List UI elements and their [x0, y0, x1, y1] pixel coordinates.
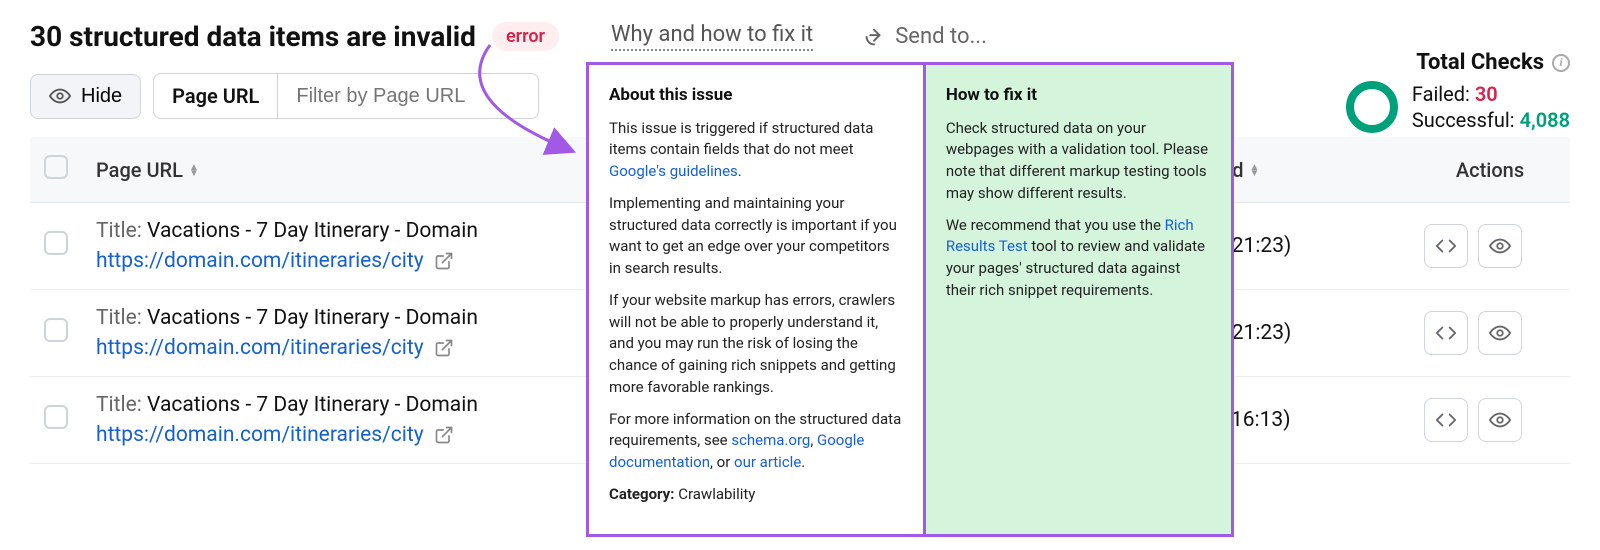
stats-title: Total Checks	[1416, 50, 1544, 75]
page-title-text: Vacations - 7 Day Itinerary - Domain	[147, 219, 478, 243]
eye-icon	[1489, 235, 1511, 257]
stats-panel: Total Checks i Failed: 30 Successful: 4,…	[1346, 50, 1570, 133]
view-page-button[interactable]	[1478, 398, 1522, 442]
title-label: Title:	[96, 393, 147, 417]
code-icon	[1435, 409, 1457, 431]
eye-icon	[1489, 409, 1511, 431]
hide-label: Hide	[81, 85, 122, 108]
eye-icon	[1489, 322, 1511, 344]
send-to-label: Send to...	[895, 24, 987, 49]
fix-text: We recommend that you use the	[946, 216, 1165, 234]
successful-value: 4,088	[1520, 108, 1570, 132]
page-url-link[interactable]: https://domain.com/itineraries/city	[96, 249, 424, 273]
fix-text: Check structured data on your webpages w…	[946, 118, 1211, 205]
hide-button[interactable]: Hide	[30, 74, 141, 119]
donut-chart	[1346, 81, 1398, 133]
page-url-link[interactable]: https://domain.com/itineraries/city	[96, 423, 424, 447]
category-label: Category:	[609, 485, 674, 503]
about-text: If your website markup has errors, crawl…	[609, 290, 903, 399]
col-actions: Actions	[1410, 137, 1570, 203]
page-title-text: Vacations - 7 Day Itinerary - Domain	[147, 306, 478, 330]
google-guidelines-link[interactable]: Google's guidelines	[609, 162, 738, 180]
code-icon	[1435, 235, 1457, 257]
filter-label[interactable]: Page URL	[154, 74, 278, 118]
successful-label: Successful:	[1412, 108, 1515, 132]
why-how-link[interactable]: Why and how to fix it	[611, 22, 813, 51]
row-checkbox[interactable]	[44, 231, 68, 255]
status-badge: error	[492, 22, 559, 51]
view-code-button[interactable]	[1424, 224, 1468, 268]
select-all-checkbox[interactable]	[44, 155, 68, 179]
issue-popover: About this issue This issue is triggered…	[586, 62, 1234, 537]
failed-value: 30	[1475, 82, 1498, 106]
category-value: Crawlability	[678, 485, 755, 503]
filter-group: Page URL	[153, 73, 539, 119]
info-icon[interactable]: i	[1552, 54, 1570, 72]
row-checkbox[interactable]	[44, 318, 68, 342]
title-label: Title:	[96, 219, 147, 243]
eye-icon	[49, 85, 71, 107]
page-title-text: Vacations - 7 Day Itinerary - Domain	[147, 393, 478, 417]
sort-icon: ▲▼	[1249, 165, 1259, 177]
about-text: Implementing and maintaining your struct…	[609, 193, 903, 280]
page-title: 30 structured data items are invalid	[30, 20, 476, 53]
about-heading: About this issue	[609, 83, 903, 108]
view-page-button[interactable]	[1478, 311, 1522, 355]
external-link-icon[interactable]	[434, 338, 454, 358]
row-checkbox[interactable]	[44, 405, 68, 429]
view-code-button[interactable]	[1424, 311, 1468, 355]
title-label: Title:	[96, 306, 147, 330]
share-arrow-icon	[863, 26, 885, 48]
our-article-link[interactable]: our article	[734, 453, 801, 471]
view-page-button[interactable]	[1478, 224, 1522, 268]
external-link-icon[interactable]	[434, 251, 454, 271]
filter-input[interactable]	[278, 74, 538, 118]
external-link-icon[interactable]	[434, 425, 454, 445]
failed-label: Failed:	[1412, 82, 1470, 106]
code-icon	[1435, 322, 1457, 344]
about-text: This issue is triggered if structured da…	[609, 119, 873, 159]
schema-org-link[interactable]: schema.org	[731, 431, 810, 449]
send-to-button[interactable]: Send to...	[863, 24, 987, 49]
view-code-button[interactable]	[1424, 398, 1468, 442]
fix-heading: How to fix it	[946, 83, 1211, 108]
sort-icon: ▲▼	[189, 165, 199, 177]
page-url-link[interactable]: https://domain.com/itineraries/city	[96, 336, 424, 360]
